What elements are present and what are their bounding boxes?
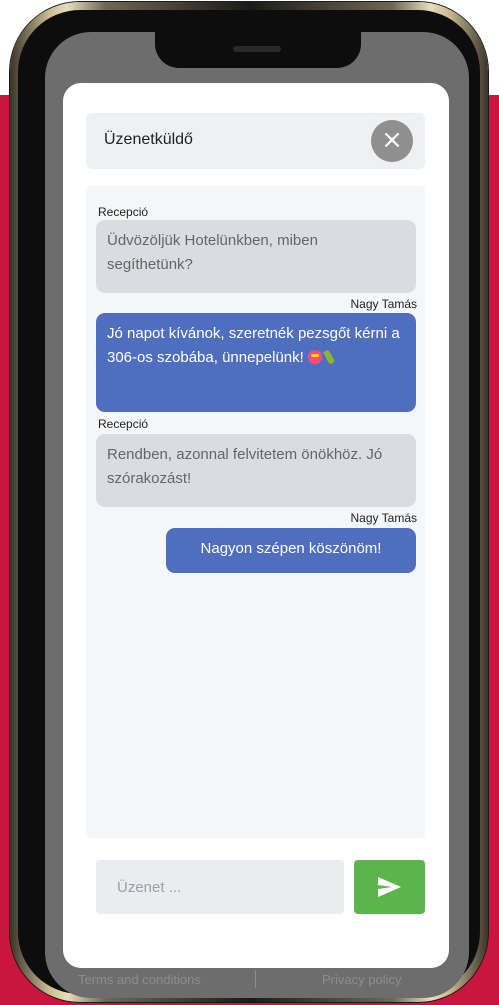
message-text: Jó napot kívánok, szeretnék pezsgőt kérn… — [107, 325, 400, 366]
message-text: Rendben, azonnal felvitetem önökhöz. Jó … — [107, 446, 383, 487]
messenger-title: Üzenetküldő — [104, 131, 193, 148]
message-sender: Nagy Tamás — [350, 511, 417, 525]
messenger-header: Üzenetküldő × — [86, 113, 425, 169]
speaker-grille — [233, 46, 281, 52]
message-bubble-received: Üdvözöljük Hotelünkben, miben segíthetün… — [96, 220, 416, 293]
message-sender: Recepció — [98, 205, 149, 219]
close-button[interactable]: × — [371, 120, 413, 162]
send-icon — [378, 877, 401, 897]
message-sender: Nagy Tamás — [350, 297, 417, 311]
message-bubble-sent: Jó napot kívánok, szeretnék pezsgőt kérn… — [96, 313, 416, 412]
message-bubble-received: Rendben, azonnal felvitetem önökhöz. Jó … — [96, 434, 416, 507]
chat-area: Recepció Üdvözöljük Hotelünkben, miben s… — [86, 186, 425, 838]
star-struck-emoji-icon — [308, 350, 322, 364]
phone-notch — [155, 32, 361, 68]
footer-divider — [255, 970, 256, 988]
send-button[interactable] — [354, 860, 425, 914]
terms-link[interactable]: Terms and conditions — [78, 972, 201, 987]
message-input[interactable] — [96, 860, 344, 914]
message-sender: Recepció — [98, 417, 149, 431]
message-text: Nagyon szépen köszönöm! — [200, 540, 382, 557]
close-icon: × — [381, 125, 403, 155]
champagne-bottle-icon — [322, 349, 336, 365]
message-text: Üdvözöljük Hotelünkben, miben segíthetün… — [107, 232, 318, 273]
privacy-link[interactable]: Privacy policy — [322, 972, 401, 987]
message-bubble-sent: Nagyon szépen köszönöm! — [166, 528, 416, 573]
